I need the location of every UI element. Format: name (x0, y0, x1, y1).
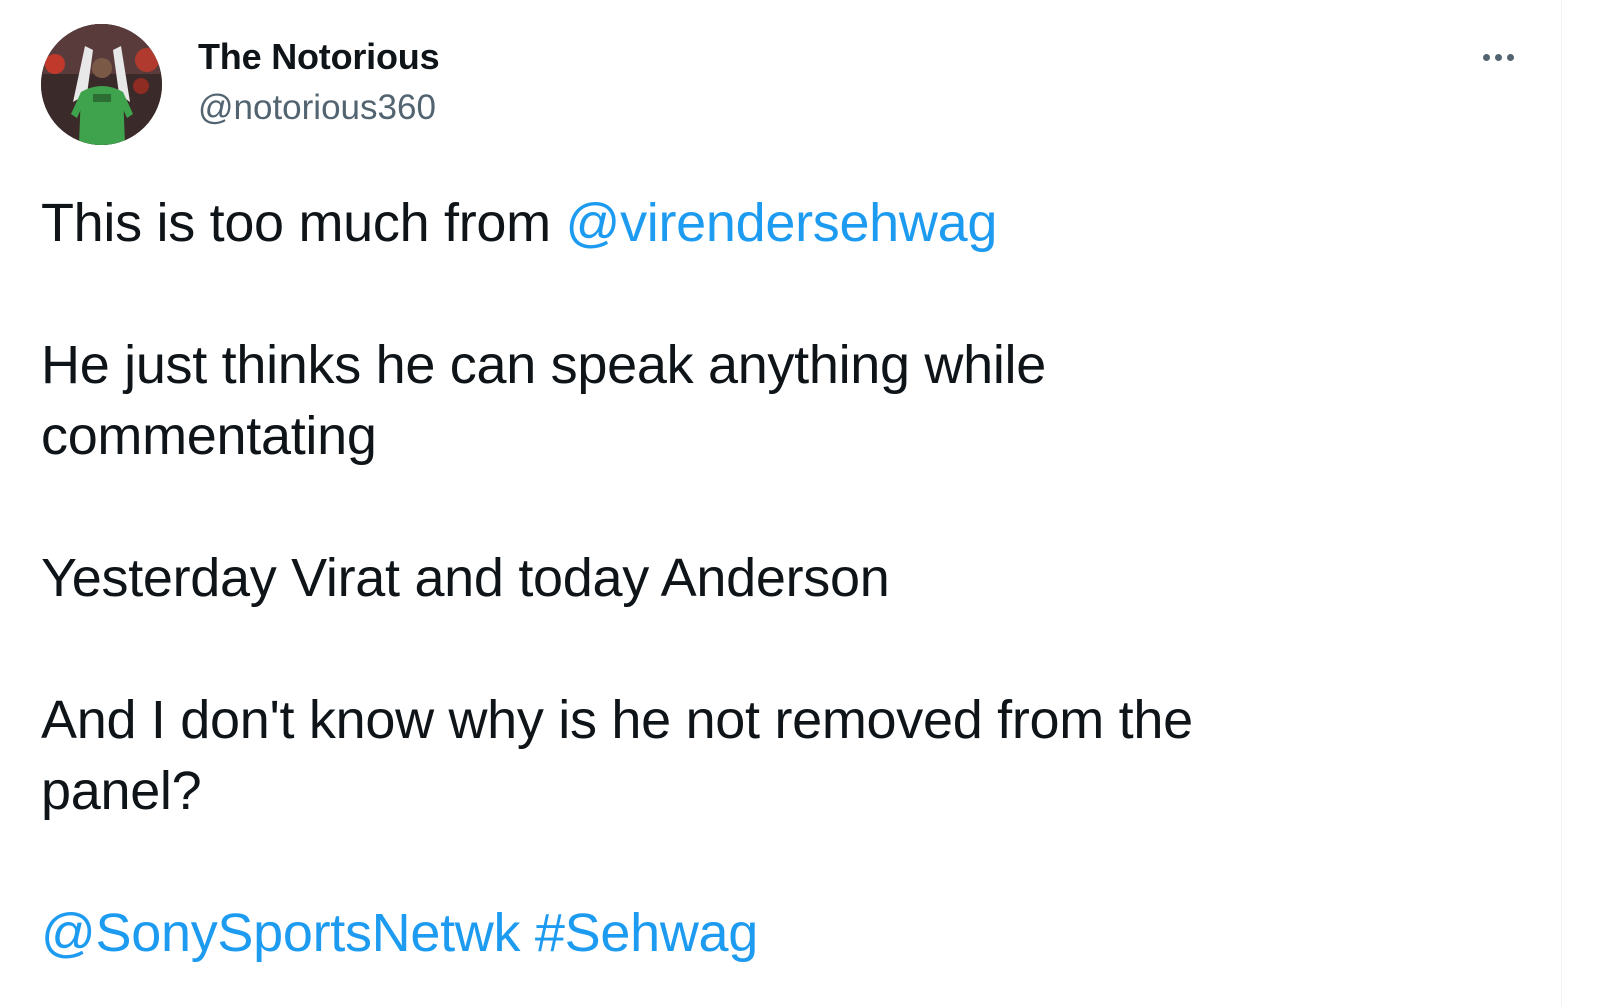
tweet-paragraph: @SonySportsNetwk #Sehwag (41, 898, 1481, 969)
hashtag-link[interactable]: #Sehwag (535, 903, 758, 963)
tweet-text-segment: Yesterday Virat and today Anderson (41, 548, 890, 608)
tweet-paragraph: Yesterday Virat and today Anderson (41, 543, 1481, 614)
mention-link[interactable]: @SonySportsNetwk (41, 903, 521, 963)
tweet-paragraph: He just thinks he can speak anything whi… (41, 330, 1481, 472)
tweet-text-segment: He just thinks he can speak anything whi… (41, 335, 1046, 395)
author-display-name[interactable]: The Notorious (198, 36, 440, 78)
avatar[interactable] (41, 24, 162, 145)
avatar-image (41, 24, 162, 145)
more-horizontal-icon (1482, 53, 1514, 61)
more-options-button[interactable] (1468, 40, 1528, 74)
tweet-text: This is too much from @virendersehwag He… (41, 188, 1481, 969)
tweet-text-segment: This is too much from (41, 193, 566, 253)
tweet-text-segment: panel? (41, 761, 202, 821)
tweet-paragraph: This is too much from @virendersehwag (41, 188, 1481, 259)
author-handle[interactable]: @notorious360 (198, 88, 436, 128)
tweet-card: The Notorious @notorious360 This is too … (0, 0, 1562, 1006)
mention-link[interactable]: @virendersehwag (566, 193, 998, 253)
tweet-text-segment: commentating (41, 406, 377, 466)
tweet-text-segment: And I don't know why is he not removed f… (41, 690, 1193, 750)
tweet-paragraph: And I don't know why is he not removed f… (41, 685, 1481, 827)
